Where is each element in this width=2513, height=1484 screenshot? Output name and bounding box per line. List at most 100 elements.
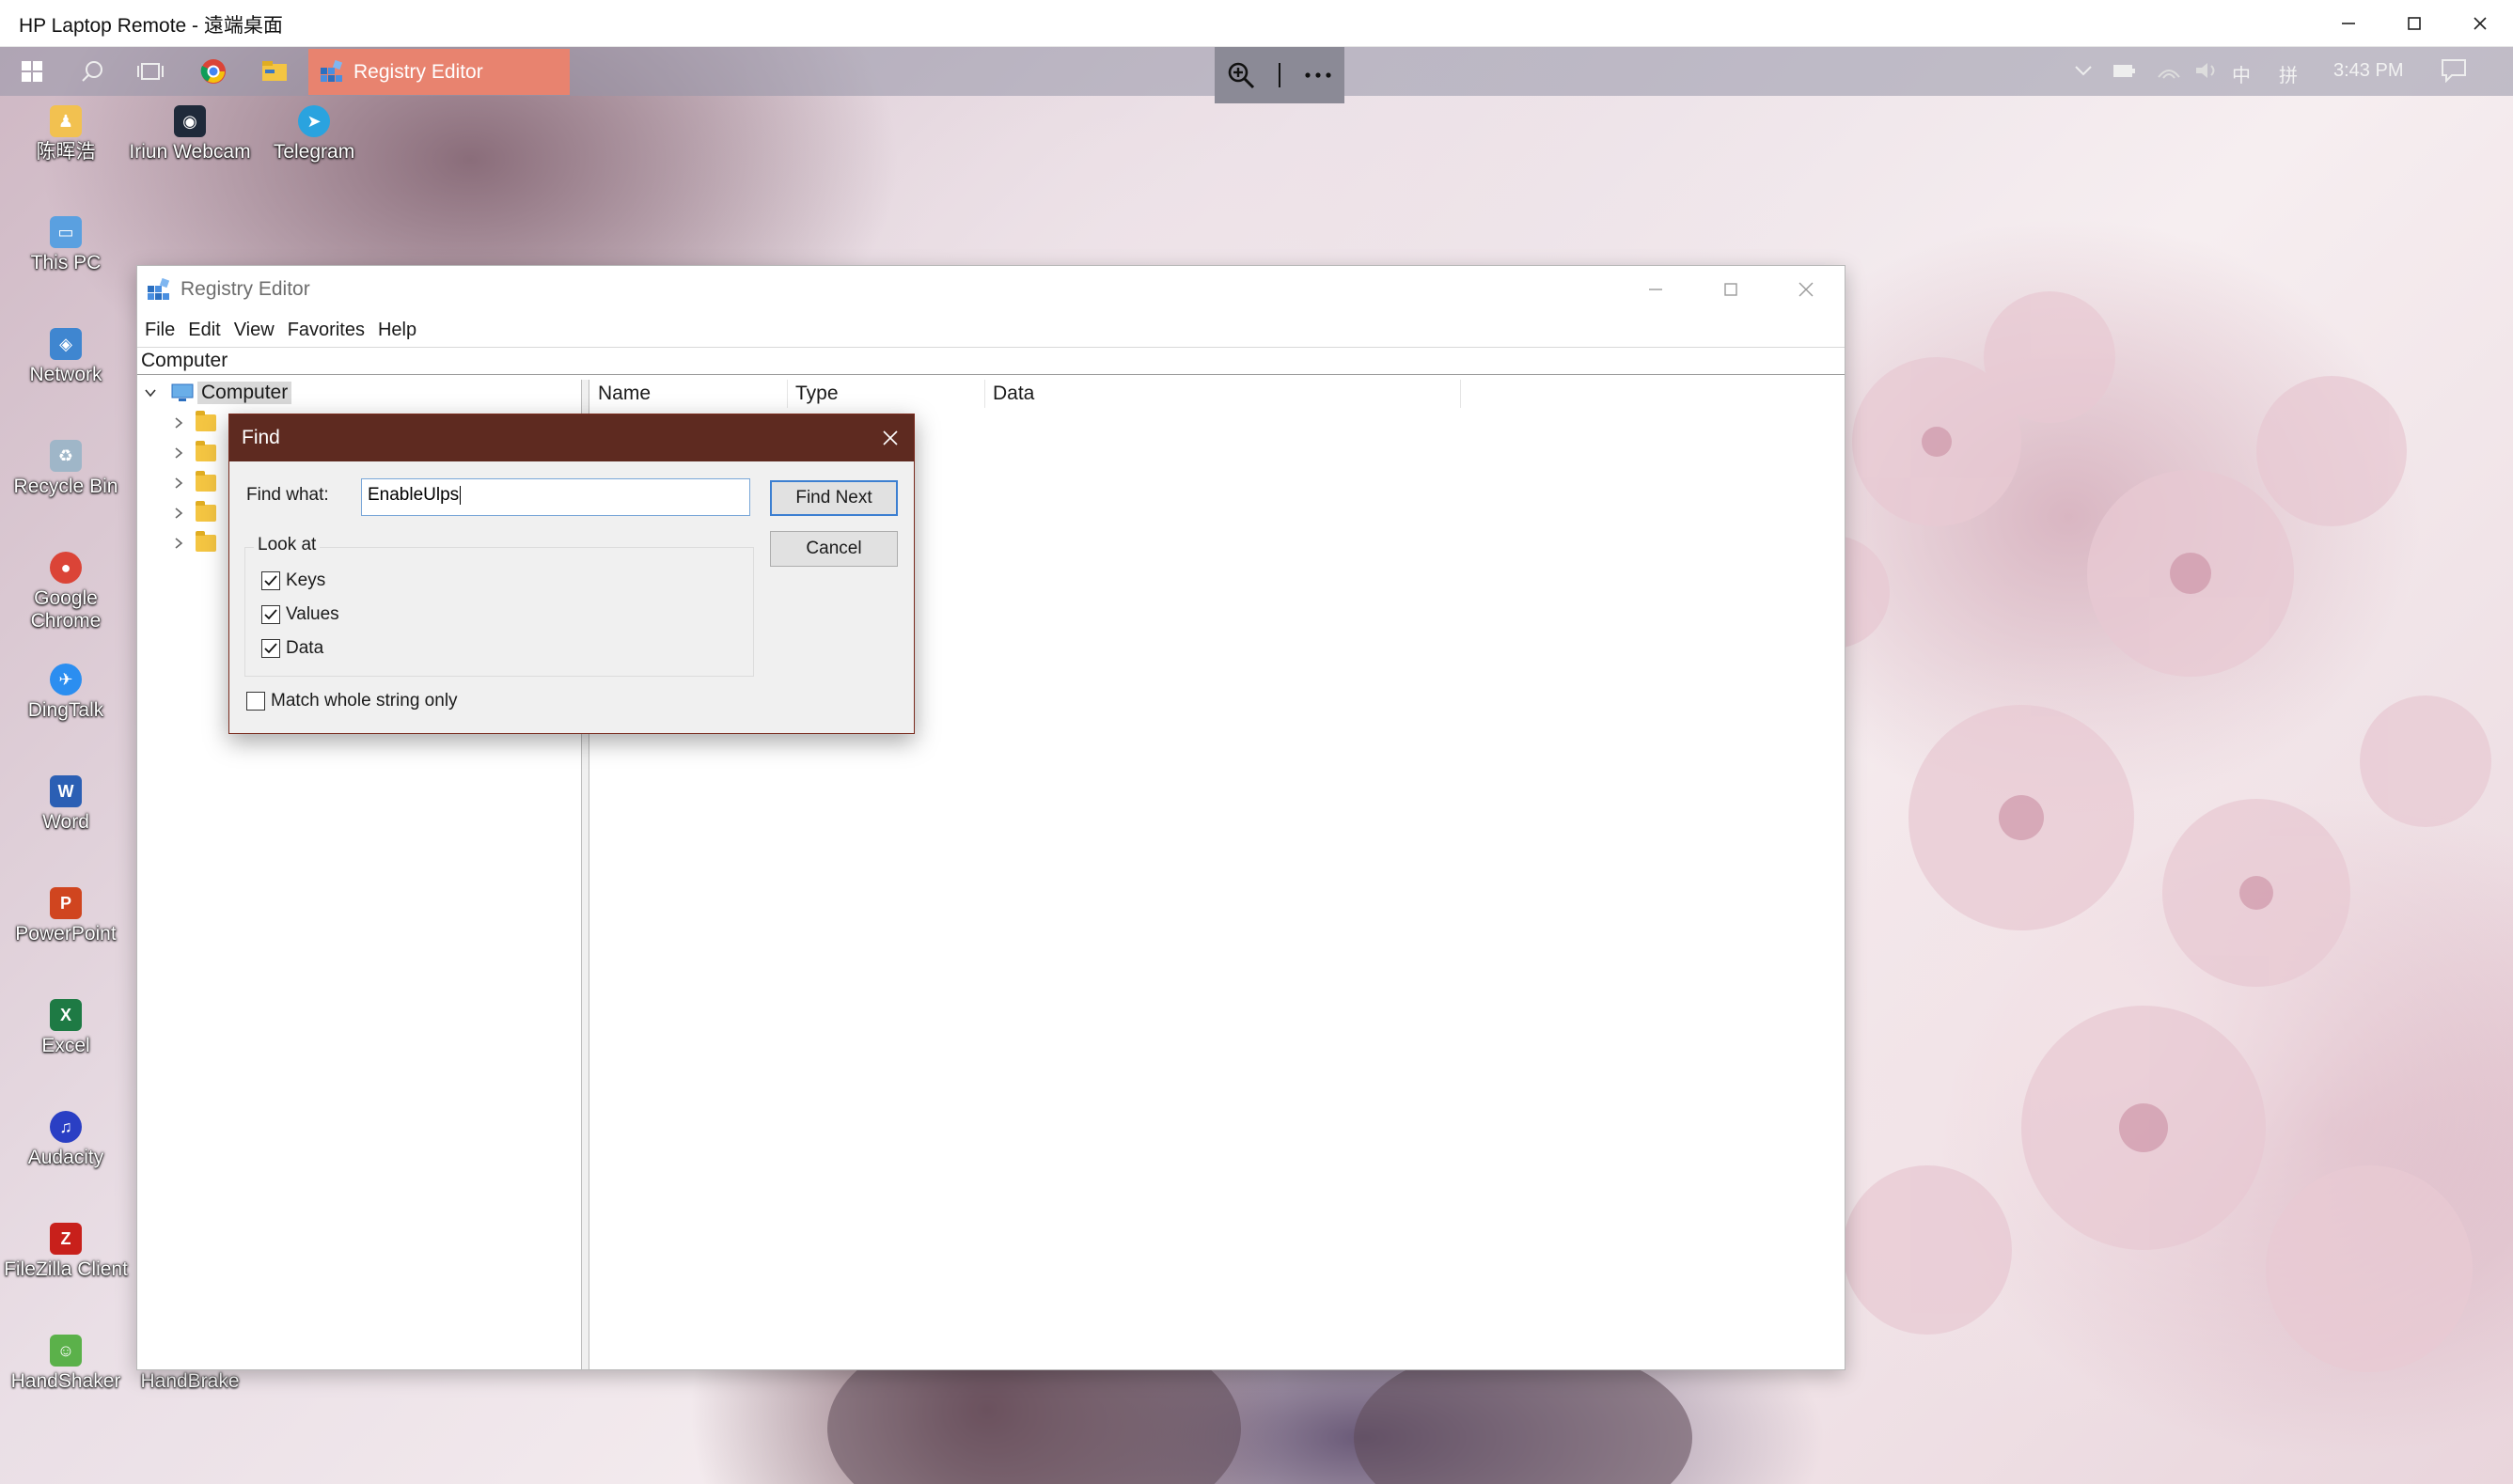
- desktop-icon-excel[interactable]: X Excel: [0, 999, 132, 1057]
- remote-window-title: HP Laptop Remote - 遠端桌面: [19, 15, 283, 37]
- remote-window-titlebar: HP Laptop Remote - 遠端桌面: [0, 0, 2513, 47]
- regedit-maximize-button[interactable]: [1693, 266, 1768, 313]
- folder-icon: [196, 501, 216, 522]
- cancel-button[interactable]: Cancel: [770, 531, 898, 567]
- clock-time[interactable]: 3:43 PM: [2333, 60, 2403, 82]
- registry-editor-titlebar[interactable]: Registry Editor: [137, 266, 1845, 315]
- close-icon: [883, 430, 898, 445]
- zoom-icon[interactable]: [1226, 60, 1256, 90]
- search-button[interactable]: [75, 55, 109, 88]
- desktop-icon-label: PowerPoint: [15, 923, 117, 945]
- taskbar-chrome[interactable]: [196, 55, 230, 88]
- regedit-minimize-button[interactable]: [1618, 266, 1693, 313]
- data-checkbox-row[interactable]: Data: [261, 635, 323, 662]
- notification-icon[interactable]: [2441, 58, 2467, 83]
- find-dialog-title: Find: [242, 427, 280, 448]
- values-checkbox-row[interactable]: Values: [261, 601, 339, 628]
- volume-icon[interactable]: [2194, 60, 2221, 81]
- chevron-down-icon[interactable]: [143, 385, 158, 400]
- registry-editor-title: Registry Editor: [181, 278, 310, 300]
- desktop-icon-this-pc[interactable]: ▭ This PC: [0, 216, 132, 274]
- desktop-icon-audacity[interactable]: ♫ Audacity: [0, 1111, 132, 1169]
- computer-icon: ▭: [50, 216, 82, 248]
- keys-checkbox-row[interactable]: Keys: [261, 568, 325, 594]
- keys-label: Keys: [286, 570, 326, 590]
- task-view-button[interactable]: [134, 55, 167, 88]
- desktop-icon-word[interactable]: W Word: [0, 775, 132, 834]
- wifi-icon[interactable]: [2157, 60, 2181, 81]
- desktop-icon-label: Audacity: [27, 1147, 104, 1168]
- desktop-icon-label: Iriun Webcam: [129, 141, 251, 163]
- checkmark-icon: [264, 575, 277, 586]
- chevron-right-icon[interactable]: [171, 415, 186, 430]
- keys-checkbox[interactable]: [261, 571, 280, 590]
- tree-node-label: Computer: [197, 382, 292, 404]
- data-checkbox[interactable]: [261, 639, 280, 658]
- audacity-icon: ♫: [50, 1111, 82, 1143]
- start-button[interactable]: [15, 55, 49, 88]
- folder-icon: [196, 441, 216, 461]
- desktop-icon-powerpoint[interactable]: P PowerPoint: [0, 887, 132, 945]
- chevron-up-icon[interactable]: [2074, 64, 2093, 77]
- find-what-input[interactable]: EnableUlps: [361, 478, 750, 516]
- remote-desktop: Registry Editor 中 拼 3:43 PM ♟ 陈晖浩 ◉ Iriu…: [0, 47, 2513, 1484]
- search-icon: [82, 61, 102, 82]
- folder-icon: [262, 61, 287, 81]
- desktop-icon-user-folder[interactable]: ♟ 陈晖浩: [0, 105, 132, 164]
- menu-help[interactable]: Help: [378, 315, 416, 345]
- taskbar-file-explorer[interactable]: [258, 55, 291, 88]
- address-bar[interactable]: Computer: [137, 347, 1845, 375]
- task-view-icon: [137, 63, 164, 80]
- desktop-icon-recycle-bin[interactable]: ♻ Recycle Bin: [0, 440, 132, 498]
- values-checkbox[interactable]: [261, 605, 280, 624]
- user-folder-icon: ♟: [50, 105, 82, 137]
- taskbar: Registry Editor 中 拼 3:43 PM: [0, 47, 2513, 103]
- desktop-icon-iriun-webcam[interactable]: ◉ Iriun Webcam: [124, 105, 256, 164]
- filezilla-icon: Z: [50, 1223, 82, 1255]
- taskbar-active-app-label: Registry Editor: [353, 60, 483, 83]
- close-icon: [1798, 282, 1814, 297]
- remote-minimize-button[interactable]: [2316, 0, 2381, 47]
- battery-icon[interactable]: [2112, 60, 2138, 81]
- ime-mode-indicator[interactable]: 中: [2232, 60, 2251, 87]
- regedit-close-button[interactable]: [1768, 266, 1844, 313]
- ime-layout-indicator[interactable]: 拼: [2279, 60, 2298, 87]
- find-dialog-titlebar[interactable]: Find: [229, 414, 914, 461]
- find-what-value: EnableUlps: [368, 485, 460, 505]
- checkmark-icon: [264, 609, 277, 620]
- find-dialog: Find Find what: EnableUlps Find Next Can…: [228, 414, 915, 734]
- find-close-button[interactable]: [867, 414, 914, 461]
- desktop-icon-label: Telegram: [273, 141, 355, 163]
- remote-close-button[interactable]: [2447, 0, 2513, 47]
- data-label: Data: [286, 638, 324, 658]
- menu-file[interactable]: File: [145, 315, 175, 345]
- column-header-data[interactable]: Data: [985, 380, 1461, 408]
- column-header-name[interactable]: Name: [590, 380, 788, 408]
- desktop-icon-filezilla[interactable]: Z FileZilla Client: [0, 1223, 132, 1281]
- desktop-icon-handshaker[interactable]: ☺ HandShaker: [0, 1335, 132, 1393]
- recycle-bin-icon: ♻: [50, 440, 82, 472]
- chrome-icon: ●: [50, 552, 82, 584]
- tree-node-computer[interactable]: Computer: [137, 380, 582, 410]
- taskbar-registry-editor[interactable]: Registry Editor: [308, 49, 570, 95]
- menu-view[interactable]: View: [234, 315, 275, 345]
- chevron-right-icon[interactable]: [171, 445, 186, 461]
- column-header-type[interactable]: Type: [788, 380, 985, 408]
- registry-editor-icon: [321, 59, 343, 82]
- more-options-icon[interactable]: [1303, 70, 1333, 80]
- chevron-right-icon[interactable]: [171, 476, 186, 491]
- desktop-icon-telegram[interactable]: ➤ Telegram: [248, 105, 380, 164]
- chevron-right-icon[interactable]: [171, 506, 186, 521]
- match-whole-string-checkbox[interactable]: [246, 692, 265, 711]
- chevron-right-icon[interactable]: [171, 536, 186, 551]
- desktop-icon-network[interactable]: ◈ Network: [0, 328, 132, 386]
- find-next-button[interactable]: Find Next: [770, 480, 898, 516]
- remote-maximize-button[interactable]: [2381, 0, 2447, 47]
- menu-edit[interactable]: Edit: [188, 315, 220, 345]
- match-whole-string-row[interactable]: Match whole string only: [246, 688, 458, 714]
- desktop-icon-dingtalk[interactable]: ✈ DingTalk: [0, 664, 132, 722]
- menu-favorites[interactable]: Favorites: [288, 315, 365, 345]
- desktop-icon-label: HandBrake: [140, 1370, 240, 1392]
- chrome-icon: [200, 59, 226, 84]
- desktop-icon-google-chrome[interactable]: ● Google Chrome: [0, 552, 132, 633]
